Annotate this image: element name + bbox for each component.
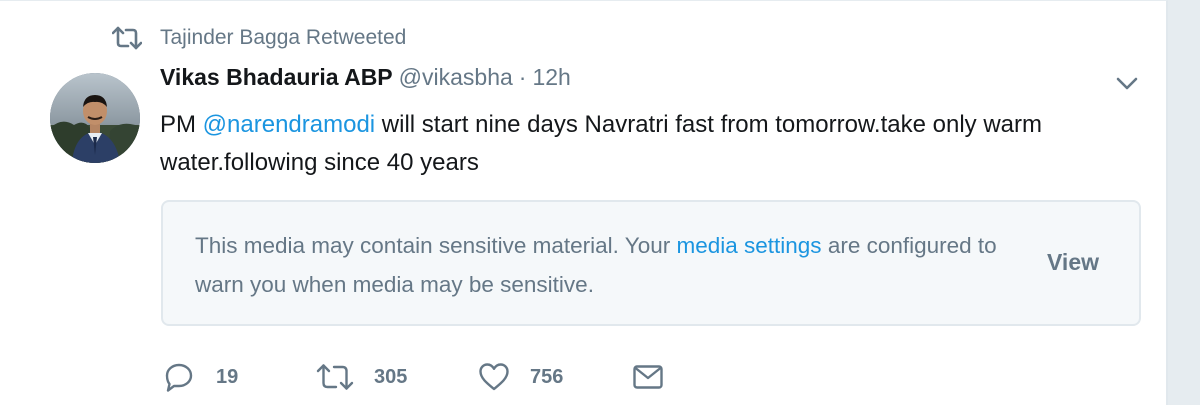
like-count: 756 xyxy=(530,365,564,388)
view-button[interactable]: View xyxy=(1047,249,1099,276)
envelope-icon xyxy=(632,364,664,390)
retweet-button[interactable]: 305 xyxy=(316,357,407,397)
author-username[interactable]: @vikasbha xyxy=(399,64,513,91)
reply-button[interactable]: 19 xyxy=(164,357,238,397)
chevron-down-icon[interactable] xyxy=(1112,71,1142,95)
tweet-text: PM @narendramodi will start nine days Na… xyxy=(160,106,1120,182)
retweet-icon xyxy=(111,26,143,50)
warning-text: This media may contain sensitive materia… xyxy=(195,226,1025,304)
author-fullname[interactable]: Vikas Bhadauria ABP xyxy=(160,64,393,91)
retweet-context: Tajinder Bagga Retweeted xyxy=(111,23,406,53)
heart-icon xyxy=(478,362,510,392)
sensitive-media-warning: This media may contain sensitive materia… xyxy=(161,200,1141,326)
tweet-actions: 19 305 756 xyxy=(0,357,1166,397)
like-button[interactable]: 756 xyxy=(478,357,563,397)
retweet-count: 305 xyxy=(374,365,408,388)
reply-icon xyxy=(164,362,194,392)
reply-count: 19 xyxy=(216,365,239,388)
mention-link[interactable]: @narendramodi xyxy=(203,111,375,138)
tweet-text-before: PM xyxy=(160,111,203,138)
media-settings-link[interactable]: media settings xyxy=(676,233,821,258)
retweet-context-text[interactable]: Tajinder Bagga Retweeted xyxy=(160,26,406,50)
retweet-action-icon xyxy=(316,363,354,391)
header-separator: · xyxy=(518,64,527,90)
tweet-card[interactable]: Tajinder Bagga Retweeted Vikas Bhadauria… xyxy=(0,0,1168,405)
tweet-timestamp[interactable]: 12h xyxy=(532,64,570,91)
warning-text-before: This media may contain sensitive materia… xyxy=(195,233,677,258)
avatar[interactable] xyxy=(50,73,140,163)
direct-message-button[interactable] xyxy=(632,357,664,397)
tweet-header: Vikas Bhadauria ABP @vikasbha · 12h xyxy=(160,64,571,100)
